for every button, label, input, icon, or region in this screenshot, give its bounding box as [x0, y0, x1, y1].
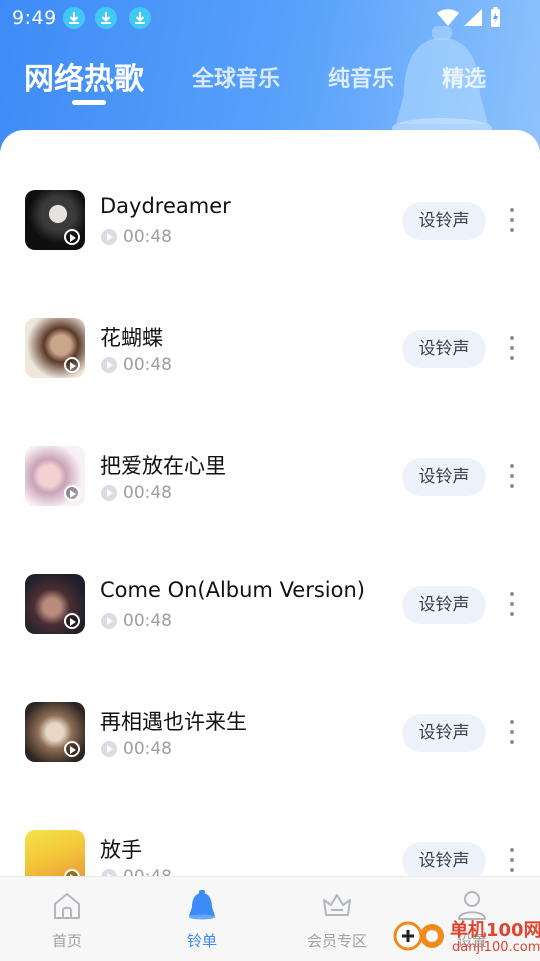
song-title: 把爱放在心里 — [100, 454, 226, 478]
bell-icon — [189, 890, 215, 920]
download-icon — [63, 7, 85, 29]
list-item[interactable]: 放手 00:48 设铃声 — [0, 830, 540, 876]
battery-charging-icon — [491, 7, 500, 27]
duration-play-icon — [101, 357, 117, 373]
play-icon — [64, 741, 80, 757]
tab-network-hits[interactable]: 网络热歌 — [24, 54, 144, 98]
list-item[interactable]: 花蝴蝶 00:48 设铃声 — [0, 318, 540, 446]
more-options-icon[interactable] — [502, 590, 522, 620]
watermark-name: 单机100网 — [450, 920, 540, 941]
duration-play-icon — [101, 613, 117, 629]
duration-play-icon — [101, 229, 117, 245]
song-duration: 00:48 — [123, 227, 172, 247]
nav-label: 首页 — [51, 932, 82, 950]
download-icon — [95, 7, 117, 29]
nav-label: 铃单 — [186, 932, 217, 950]
watermark-logo-icon — [393, 921, 444, 951]
song-list: Daydreamer 00:48 设铃声 花蝴蝶 00:48 设铃声 把爱放在心… — [0, 130, 540, 876]
album-cover[interactable] — [25, 574, 85, 634]
song-title: 花蝴蝶 — [100, 326, 163, 350]
more-options-icon[interactable] — [502, 334, 522, 364]
duration-play-icon — [101, 485, 117, 501]
status-icons — [437, 7, 500, 27]
song-duration: 00:48 — [123, 739, 172, 759]
more-options-icon[interactable] — [502, 462, 522, 492]
list-item[interactable]: 把爱放在心里 00:48 设铃声 — [0, 446, 540, 574]
song-title: 再相遇也许来生 — [100, 710, 247, 734]
status-bar: 9:49 — [0, 0, 540, 36]
signal-icon — [464, 9, 482, 26]
active-tab-indicator — [72, 100, 106, 105]
play-icon — [64, 485, 80, 501]
home-icon — [54, 893, 80, 919]
album-cover[interactable] — [25, 702, 85, 762]
song-title: Come On(Album Version) — [100, 578, 365, 602]
play-icon — [64, 357, 80, 373]
more-options-icon[interactable] — [502, 846, 522, 876]
song-title: Daydreamer — [100, 194, 231, 218]
wifi-icon — [437, 9, 459, 26]
nav-ringtone-list[interactable]: 铃单 — [152, 877, 252, 961]
set-ringtone-button[interactable]: 设铃声 — [402, 714, 486, 752]
set-ringtone-button[interactable]: 设铃声 — [402, 842, 486, 876]
song-duration: 00:48 — [123, 867, 172, 876]
watermark-url: danji100.com — [452, 940, 540, 955]
play-icon — [64, 869, 80, 876]
album-cover[interactable] — [25, 830, 85, 876]
tab-global-music[interactable]: 全球音乐 — [192, 61, 280, 93]
more-options-icon[interactable] — [502, 718, 522, 748]
category-tabs: 网络热歌 全球音乐 纯音乐 精选 — [0, 54, 540, 114]
tab-featured[interactable]: 精选 — [442, 61, 486, 93]
list-item[interactable]: 再相遇也许来生 00:48 设铃声 — [0, 702, 540, 830]
watermark: 单机100网 danji100.com — [390, 912, 540, 960]
song-duration: 00:48 — [123, 611, 172, 631]
status-time: 9:49 — [12, 7, 57, 29]
duration-play-icon — [101, 741, 117, 757]
nav-vip-zone[interactable]: 会员专区 — [287, 877, 387, 961]
play-icon — [64, 229, 80, 245]
song-duration: 00:48 — [123, 355, 172, 375]
tab-pure-music[interactable]: 纯音乐 — [328, 61, 394, 93]
nav-home[interactable]: 首页 — [17, 877, 117, 961]
list-item[interactable]: Daydreamer 00:48 设铃声 — [0, 190, 540, 318]
song-duration: 00:48 — [123, 483, 172, 503]
album-cover[interactable] — [25, 318, 85, 378]
duration-play-icon — [101, 869, 117, 876]
set-ringtone-button[interactable]: 设铃声 — [402, 586, 486, 624]
album-cover[interactable] — [25, 190, 85, 250]
set-ringtone-button[interactable]: 设铃声 — [402, 458, 486, 496]
list-item[interactable]: Come On(Album Version) 00:48 设铃声 — [0, 574, 540, 702]
set-ringtone-button[interactable]: 设铃声 — [402, 202, 486, 240]
set-ringtone-button[interactable]: 设铃声 — [402, 330, 486, 368]
nav-label: 会员专区 — [306, 932, 367, 950]
download-icon — [129, 7, 151, 29]
play-icon — [64, 613, 80, 629]
album-cover[interactable] — [25, 446, 85, 506]
song-title: 放手 — [100, 838, 142, 862]
crown-icon — [323, 894, 351, 916]
more-options-icon[interactable] — [502, 206, 522, 236]
